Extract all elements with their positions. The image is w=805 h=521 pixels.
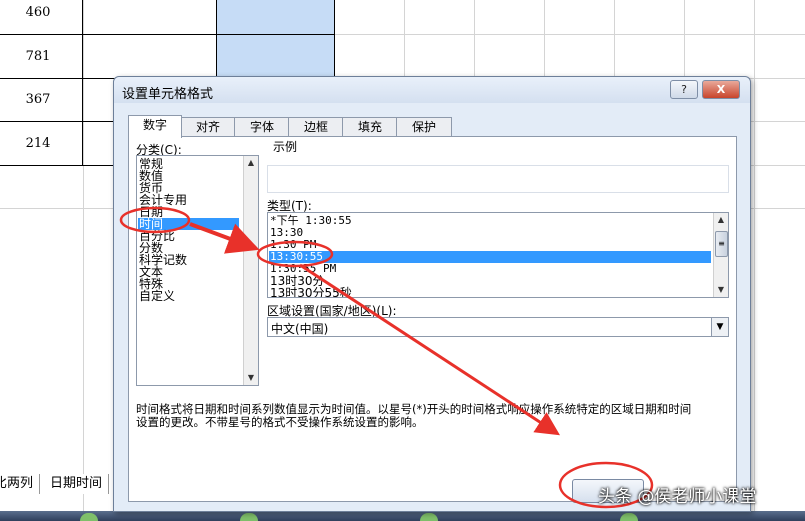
format-description: 时间格式将日期和时间系列数值显示为时间值。以星号(*)开头的时间格式响应操作系统… [136,403,691,429]
description-line: 设置的更改。不带星号的格式不受操作系统设置的影响。 [136,415,424,429]
format-cells-dialog: 设置单元格格式 ? X 数字 对齐 字体 边框 填充 保护 分类(C): 常规 … [113,76,751,512]
taskbar [0,511,805,521]
list-item[interactable]: 自定义 [139,290,175,302]
scroll-thumb[interactable]: ≡ [715,231,728,257]
close-button[interactable]: X [702,80,740,99]
scroll-up-icon[interactable]: ▲ [714,213,728,227]
scroll-down-icon[interactable]: ▼ [244,371,258,385]
help-button[interactable]: ? [670,80,698,99]
list-item[interactable]: 13时30分55秒 [270,287,352,297]
type-scrollbar[interactable]: ▲ ≡ ▼ [713,213,728,297]
sheet-tab[interactable]: 日期时间 [44,474,110,494]
cell-value[interactable]: 367 [0,78,83,122]
tab-number[interactable]: 数字 [128,115,182,138]
tab-protection[interactable]: 保护 [396,117,452,137]
dialog-titlebar[interactable]: 设置单元格格式 ? X [114,77,750,103]
watermark: 头条 @侯老师小课堂 [598,487,757,507]
tab-font[interactable]: 字体 [234,117,290,137]
scroll-down-icon[interactable]: ▼ [714,283,728,297]
category-list[interactable]: 常规 数值 货币 会计专用 日期 时间 百分比 分数 科学记数 文本 特殊 自定… [136,155,259,386]
type-list[interactable]: *下午 1:30:55 13:30 1:30 PM 13:30:55 1:30:… [267,212,729,298]
sample-label: 示例 [273,140,298,154]
tab-fill[interactable]: 填充 [342,117,398,137]
cell-value[interactable]: 214 [0,122,83,166]
sheet-tab[interactable]: 比两列 [0,474,41,494]
taskbar-app-icon[interactable] [420,513,438,521]
sample-box [267,165,729,193]
taskbar-app-icon[interactable] [80,513,98,521]
tab-alignment[interactable]: 对齐 [180,117,236,137]
taskbar-app-icon[interactable] [240,513,258,521]
category-scrollbar[interactable]: ▲ ▼ [243,156,258,385]
chevron-down-icon[interactable]: ▼ [711,318,728,336]
number-tab-panel: 分类(C): 常规 数值 货币 会计专用 日期 时间 百分比 分数 科学记数 文… [128,136,737,502]
selected-column-cell[interactable] [217,0,335,78]
cell-value[interactable]: 781 [0,35,83,79]
scroll-up-icon[interactable]: ▲ [244,156,258,170]
locale-value: 中文(中国) [271,322,329,336]
dialog-title: 设置单元格格式 [122,87,214,102]
tab-border[interactable]: 边框 [288,117,344,137]
taskbar-app-icon[interactable] [620,513,638,521]
cell-value[interactable]: 460 [0,0,83,35]
sheet-tab-bar: 比两列 日期时间 [0,474,120,496]
locale-select[interactable]: 中文(中国) ▼ [267,317,729,337]
